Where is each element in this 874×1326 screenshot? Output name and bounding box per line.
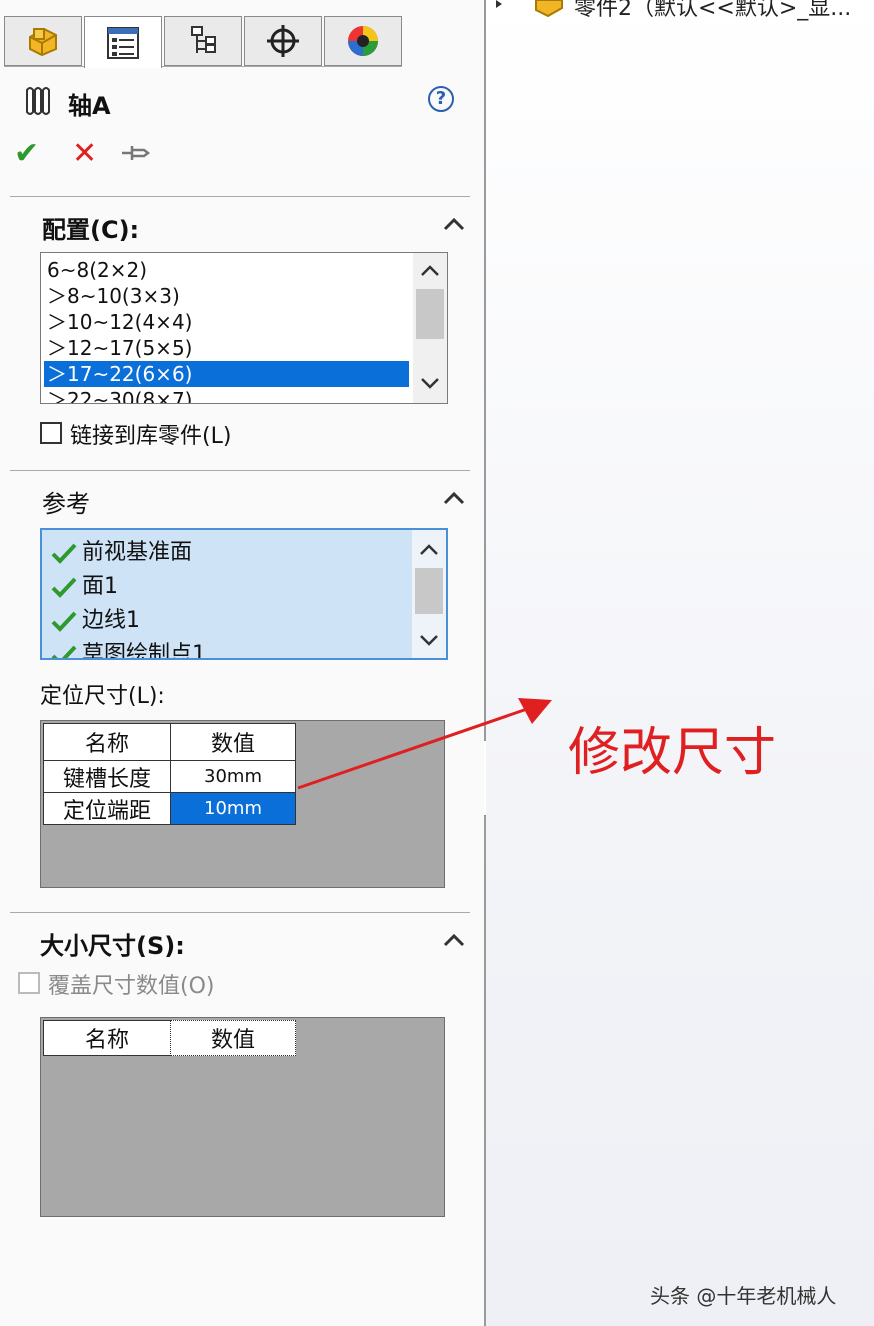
table-cell-name: 键槽长度 <box>43 760 171 793</box>
configuration-icon <box>191 26 216 53</box>
locating-dims-title: 定位尺寸(L): <box>40 684 165 709</box>
property-manager-panel: 轴A ? ✔ ✕ 配置(C): 6~8(2×2) ＞8~10(3×3) ＞10~… <box>0 0 484 1326</box>
check-icon <box>51 611 77 632</box>
scroll-thumb[interactable] <box>415 568 443 614</box>
shaft-feature-icon <box>26 87 50 115</box>
help-icon[interactable]: ? <box>428 86 454 112</box>
scroll-up-icon[interactable] <box>417 542 441 558</box>
ok-button[interactable]: ✔ <box>14 136 39 171</box>
table-header-name: 名称 <box>43 1020 171 1056</box>
tab-display-manager[interactable] <box>324 16 402 66</box>
reference-scrollbar[interactable] <box>412 530 446 658</box>
reference-item[interactable]: 面1 <box>50 570 118 604</box>
collapse-size-icon[interactable] <box>440 930 468 950</box>
annotation-arrow <box>297 698 552 790</box>
appearance-icon <box>348 26 378 56</box>
part-icon <box>29 27 57 57</box>
feature-title: 轴A <box>68 92 111 120</box>
override-dims-label: 覆盖尺寸数值(O) <box>48 974 215 999</box>
reference-list[interactable]: 前视基准面 面1 边线1 草图绘制点1 <box>40 528 448 660</box>
reference-item[interactable]: 草图绘制点1 <box>50 638 206 658</box>
config-scrollbar[interactable] <box>413 253 447 403</box>
size-section-title: 大小尺寸(S): <box>40 932 185 960</box>
config-item[interactable]: ＞12~17(5×5) <box>47 335 192 361</box>
tab-underline <box>4 66 84 67</box>
config-item-selected[interactable]: ＞17~22(6×6) <box>44 361 409 387</box>
table-cell-value-selected[interactable]: 10mm <box>170 792 296 825</box>
check-icon <box>51 645 77 658</box>
size-dims-table[interactable]: 名称 数值 <box>40 1017 445 1217</box>
link-library-checkbox[interactable] <box>40 422 62 444</box>
collapse-config-icon[interactable] <box>440 214 468 234</box>
annotation-text: 修改尺寸 <box>568 723 777 783</box>
part-icon <box>535 0 563 18</box>
cancel-button[interactable]: ✕ <box>72 136 97 171</box>
table-header-value: 数值 <box>170 1020 296 1056</box>
scroll-thumb[interactable] <box>416 289 444 339</box>
crosshair-icon <box>267 25 299 57</box>
tab-underline <box>162 66 402 67</box>
table-header-name: 名称 <box>43 723 171 761</box>
collapse-reference-icon[interactable] <box>440 488 468 508</box>
override-dims-checkbox[interactable] <box>18 972 40 994</box>
link-library-label: 链接到库零件(L) <box>70 424 232 449</box>
divider <box>10 470 470 471</box>
reference-item[interactable]: 前视基准面 <box>50 536 192 570</box>
config-section-title: 配置(C): <box>42 216 140 244</box>
config-item[interactable]: ＞10~12(4×4) <box>47 309 192 335</box>
watermark: 头条 @十年老机械人 <box>650 1284 837 1308</box>
expand-arrow-icon[interactable] <box>494 0 506 10</box>
graphics-viewport[interactable]: 零件2（默认<<默认>_显... 修改尺寸 头条 @十年老机械人 <box>486 0 874 1326</box>
config-list[interactable]: 6~8(2×2) ＞8~10(3×3) ＞10~12(4×4) ＞12~17(5… <box>40 252 448 404</box>
scroll-down-icon[interactable] <box>418 375 442 391</box>
check-icon <box>51 577 77 598</box>
property-list-icon <box>107 26 139 59</box>
scroll-up-icon[interactable] <box>418 263 442 279</box>
reference-section-title: 参考 <box>42 490 90 518</box>
tab-configuration-manager[interactable] <box>164 16 242 66</box>
table-header-value: 数值 <box>170 723 296 761</box>
document-title: 零件2（默认<<默认>_显... <box>574 0 852 21</box>
divider <box>10 912 470 913</box>
check-icon <box>51 543 77 564</box>
reference-item[interactable]: 边线1 <box>50 604 140 638</box>
pushpin-icon[interactable] <box>120 142 152 164</box>
table-cell-name: 定位端距 <box>43 792 171 825</box>
tab-property-manager[interactable] <box>84 16 162 68</box>
config-item[interactable]: ＞22~30(8×7) <box>47 387 192 403</box>
scroll-down-icon[interactable] <box>417 632 441 648</box>
config-item[interactable]: ＞8~10(3×3) <box>47 283 180 309</box>
tab-dim-xpert[interactable] <box>244 16 322 66</box>
tab-feature-manager[interactable] <box>4 16 82 66</box>
table-cell-value[interactable]: 30mm <box>170 760 296 793</box>
config-item[interactable]: 6~8(2×2) <box>47 257 147 283</box>
divider <box>10 196 470 197</box>
